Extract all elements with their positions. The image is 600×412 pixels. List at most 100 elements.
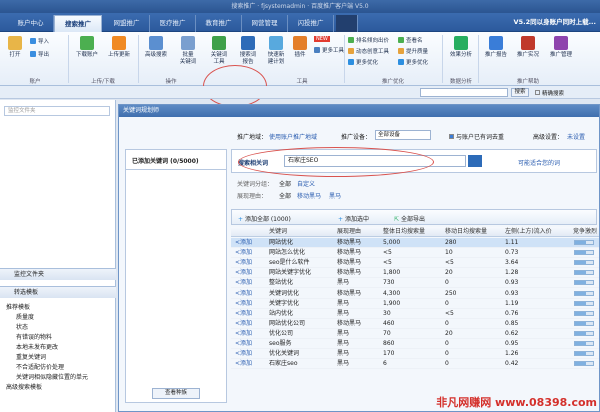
- tree-item[interactable]: 本地未发布更改: [16, 342, 58, 351]
- category-all[interactable]: 全部: [279, 179, 291, 188]
- table-row[interactable]: <添加 seo服务 黑马 860 0 0.95: [231, 339, 599, 350]
- tab-web-mgmt[interactable]: 网营管理: [242, 15, 288, 32]
- add-row-link[interactable]: <添加: [235, 339, 252, 349]
- related-words-link[interactable]: 可能适合您的词: [518, 158, 560, 167]
- tree-root[interactable]: 推荐模板: [6, 302, 30, 311]
- add-selected-button[interactable]: + 添加选中: [338, 214, 369, 223]
- table-cell: 黑马: [337, 279, 350, 287]
- col-reason[interactable]: 展现理由: [337, 227, 361, 237]
- download-account-button[interactable]: 下载账户: [72, 36, 102, 59]
- add-row-link[interactable]: <添加: [235, 248, 252, 258]
- export-button[interactable]: 导出: [30, 50, 49, 58]
- add-row-link[interactable]: <添加: [235, 258, 252, 268]
- col-bid[interactable]: 左侧(上方)流入价: [505, 227, 569, 237]
- table-row[interactable]: <添加 站内优化 黑马 30 <5 0.76: [231, 309, 599, 319]
- reason-mobile-darkhorse[interactable]: 移动黑马: [297, 191, 321, 200]
- tree-item[interactable]: 重复关键词: [16, 352, 46, 361]
- exact-match-checkbox[interactable]: 精确搜索: [535, 89, 564, 97]
- table-row[interactable]: <添加 优化关键词 黑马 170 0 1.26: [231, 349, 599, 360]
- table-row[interactable]: <添加 seo是什么软件 移动黑马 <5 <5 3.64: [231, 258, 599, 269]
- add-all-button[interactable]: + 添加全部 (1000): [238, 214, 291, 223]
- table-row[interactable]: <添加 关键词优化 移动黑马 4,300 250 0.93: [231, 289, 599, 299]
- global-search-input[interactable]: [420, 88, 508, 97]
- table-cell: 3.64: [505, 259, 519, 267]
- category-custom[interactable]: 自定义: [297, 179, 315, 188]
- quick-new-plan-button[interactable]: 快速新 建计划: [262, 36, 290, 66]
- add-row-link[interactable]: <添加: [235, 319, 252, 329]
- promo-mgmt-button[interactable]: 推广管理: [545, 36, 577, 59]
- account-search-input[interactable]: 监控文件夹: [4, 106, 110, 116]
- report-icon: [241, 36, 255, 50]
- add-row-link[interactable]: <添加: [235, 349, 252, 359]
- tree-item[interactable]: 高级搜索模板: [6, 382, 42, 391]
- table-row[interactable]: <添加 网站关键字优化 移动黑马 1,800 20 1.28: [231, 268, 599, 279]
- add-row-link[interactable]: <添加: [235, 268, 252, 278]
- more-analysis-button[interactable]: 更多优化: [398, 58, 428, 66]
- dedupe-checkbox[interactable]: 与账户已有词去重: [449, 132, 504, 141]
- more-tools-button[interactable]: 更多工具: [314, 46, 344, 54]
- add-row-link[interactable]: <添加: [235, 359, 252, 369]
- boost-quality-button[interactable]: 提升质量: [398, 47, 428, 55]
- promo-practice-button[interactable]: 推广实况: [513, 36, 543, 59]
- bulk-keyword-button[interactable]: 批量 关键词: [174, 36, 202, 66]
- sort-group-button[interactable]: 排名倾向出价: [348, 36, 389, 44]
- tree-item[interactable]: 关键词相似隐藏位置的单元: [16, 372, 88, 381]
- tab-network[interactable]: 网盟推广: [104, 15, 150, 32]
- template-header[interactable]: 转选模板: [0, 286, 116, 298]
- table-row[interactable]: <添加 关键字优化 黑马 1,900 0 1.19: [231, 299, 599, 309]
- tab-search-promo[interactable]: 搜索推广: [54, 15, 102, 32]
- export-all-button[interactable]: ⇱ 全部导出: [394, 214, 425, 223]
- col-keyword[interactable]: 关键词: [269, 227, 287, 237]
- more-optimize-button[interactable]: 更多优化: [348, 58, 378, 66]
- table-row[interactable]: <添加 石家庄seo 黑马 6 0 0.42: [231, 359, 599, 370]
- tree-item[interactable]: 不合适配仿价处理: [16, 362, 64, 371]
- reason-all[interactable]: 全部: [279, 191, 291, 200]
- advanced-link[interactable]: 未设置: [567, 132, 585, 141]
- tree-item[interactable]: 状态: [16, 322, 28, 331]
- view-score-button[interactable]: 查看名: [398, 36, 423, 44]
- reason-darkhorse[interactable]: 黑马: [329, 191, 341, 200]
- tab-education[interactable]: 教育推广: [196, 15, 242, 32]
- add-row-link[interactable]: <添加: [235, 309, 252, 319]
- add-row-link[interactable]: <添加: [235, 299, 252, 309]
- dynamic-creative-button[interactable]: 动态创意工具: [348, 47, 389, 55]
- open-button[interactable]: 打开: [4, 36, 26, 59]
- col-competition[interactable]: 竞争激烈: [573, 227, 599, 237]
- search-icon[interactable]: [468, 155, 482, 167]
- region-link[interactable]: 使用账户推广地域: [269, 132, 317, 141]
- col-mobile-volume[interactable]: 移动日均搜索量: [445, 227, 487, 237]
- add-row-link[interactable]: <添加: [235, 238, 252, 248]
- version-notice[interactable]: V5.2同以身账户同时上载...: [514, 16, 596, 26]
- keyword-tool-button[interactable]: 关键词 工具: [206, 36, 232, 66]
- col-total-volume[interactable]: 整体日均搜索量: [383, 227, 425, 237]
- monitor-folder-header[interactable]: 监控文件夹: [0, 268, 116, 280]
- upload-update-button[interactable]: 上传更新: [104, 36, 134, 59]
- table-row[interactable]: <添加 网站优化公司 移动黑马 460 0 0.85: [231, 319, 599, 329]
- view-button[interactable]: 查看种族: [152, 388, 200, 399]
- table-row[interactable]: <添加 优化公司 黑马 70 20 0.62: [231, 329, 599, 339]
- competition-bar: [574, 300, 594, 306]
- advanced-search-button[interactable]: 高级搜索: [140, 36, 172, 59]
- search-term-report-button[interactable]: 搜索词 报告: [234, 36, 262, 66]
- tab-flash[interactable]: 闪投推广: [288, 15, 334, 32]
- table-cell: 4,300: [383, 289, 401, 297]
- grid-icon[interactable]: [336, 15, 358, 32]
- add-row-link[interactable]: <添加: [235, 329, 252, 339]
- add-row-link[interactable]: <添加: [235, 289, 252, 299]
- tab-medical[interactable]: 医疗推广: [150, 15, 196, 32]
- table-row[interactable]: <添加 网站优化 移动黑马 5,000 280 1.11: [231, 238, 599, 249]
- table-row[interactable]: <添加 整站优化 黑马 730 0 0.93: [231, 278, 599, 289]
- tree-item[interactable]: 质量度: [16, 312, 34, 321]
- table-row[interactable]: <添加 网站怎么优化 移动黑马 <5 10 0.73: [231, 248, 599, 259]
- device-select[interactable]: 全部设备: [375, 130, 431, 140]
- effect-analysis-button[interactable]: 效果分析: [446, 36, 476, 59]
- global-search-button[interactable]: 搜索: [511, 88, 529, 97]
- table-cell: 0: [445, 319, 449, 327]
- promo-report-button[interactable]: 推广报告: [481, 36, 511, 59]
- table-cell: 0: [445, 340, 449, 347]
- plugin-button[interactable]: 插件: [290, 36, 310, 59]
- import-button[interactable]: 导入: [30, 37, 49, 45]
- tree-item[interactable]: 有错误的物料: [16, 332, 52, 341]
- tab-account[interactable]: 账户中心: [8, 15, 54, 32]
- add-row-link[interactable]: <添加: [235, 278, 252, 288]
